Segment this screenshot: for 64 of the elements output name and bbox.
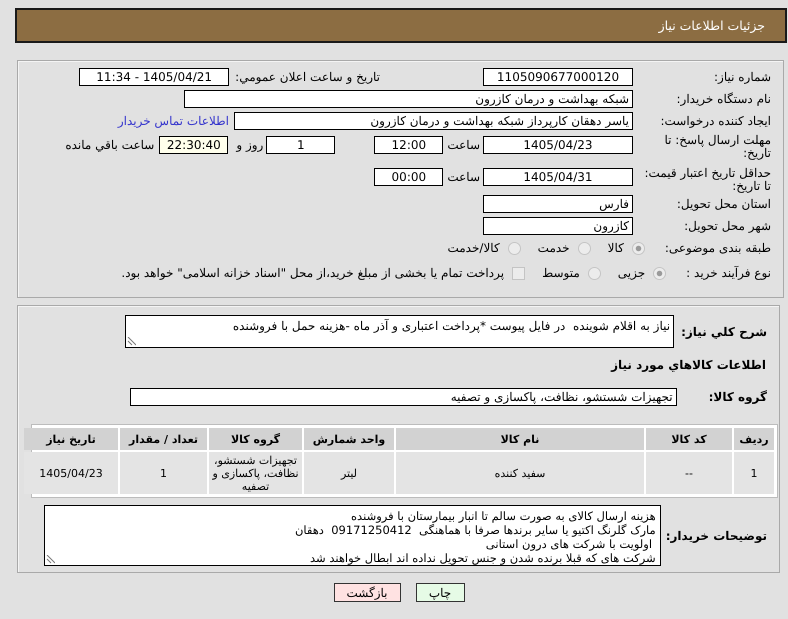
table-cell: 1: [120, 452, 207, 494]
time-label: ساعت: [447, 169, 480, 186]
column-header: واحد شمارش: [304, 428, 394, 450]
goods-group-field[interactable]: تجهیزات شستشو، نظافت، پاکسازی و تصفیه: [130, 388, 677, 406]
section-title: اطلاعات کالاهاي مورد نیاز: [610, 357, 766, 373]
checkbox[interactable]: [512, 266, 526, 280]
field-label: طبقه بندی موضوعی:: [664, 240, 771, 257]
column-header: ردیف: [734, 428, 774, 450]
days-field[interactable]: 1: [266, 136, 336, 154]
radio-label[interactable]: کالا: [608, 239, 624, 257]
radio-button[interactable]: [588, 266, 601, 280]
field-label: تاریخ و ساعت اعلان عمومي:: [235, 69, 380, 86]
city-field[interactable]: کازرون: [483, 217, 633, 235]
field-label: شماره نیاز:: [713, 69, 771, 86]
field-label: مهلت ارسال پاسخ: تا تاریخ:: [663, 134, 771, 162]
announce-date-field[interactable]: 1405/04/21 - 11:34: [79, 68, 230, 86]
column-header: نام کالا: [396, 428, 644, 450]
field-label: نوع فرآیند خرید :: [686, 265, 771, 282]
column-header: گروه کالا: [209, 428, 302, 450]
validity-date-field[interactable]: 1405/04/31: [483, 168, 633, 186]
time-label: ساعت: [447, 137, 480, 154]
table-cell: --: [646, 452, 732, 494]
checkbox-label[interactable]: پرداخت تمام یا بخشی از مبلغ خرید،از محل "اسناد خزانه اسلامی" خواهد بود.: [121, 264, 504, 282]
field-label: حداقل تاریخ اعتبار قیمت: تا تاریخ:: [643, 167, 771, 195]
validity-time-field[interactable]: 00:00: [374, 168, 444, 186]
resize-grip-icon[interactable]: [127, 337, 136, 346]
radio-button[interactable]: [653, 266, 666, 280]
field-label: شهر محل تحویل:: [683, 218, 771, 235]
province-field[interactable]: فارس: [483, 195, 633, 213]
field-label: استان محل تحویل:: [676, 196, 771, 213]
buyer-org-field[interactable]: شبکه بهداشت و درمان کازرون: [184, 90, 633, 108]
resize-grip-icon[interactable]: [46, 555, 55, 564]
requester-field[interactable]: یاسر دهقان کارپرداز شبکه بهداشت و درمان کازرون: [234, 112, 633, 130]
page-title: جزئیات اطلاعات نیاز: [658, 18, 765, 33]
radio-button[interactable]: [508, 242, 521, 254]
radio-button[interactable]: [578, 242, 591, 254]
table-cell: 1: [734, 452, 774, 494]
field-label: توضیحات خریدار:: [666, 528, 767, 544]
field-label: نام دستگاه خریدار:: [676, 91, 771, 108]
column-header: تعداد / مقدار: [120, 428, 207, 450]
field-label: شرح کلي نیاز:: [681, 324, 767, 340]
remaining-time-field[interactable]: 22:30:40: [159, 136, 228, 154]
radio-label[interactable]: خدمت: [538, 239, 570, 257]
description-field[interactable]: نیاز به اقلام شوینده در فایل پیوست *پرداخت اعتباری و آذر ماه -هزینه حمل با فروشنده: [125, 315, 674, 348]
column-header: کد کالا: [646, 428, 732, 450]
remaining-label: ساعت باقي مانده: [65, 137, 154, 154]
table-cell: سفید کننده: [396, 452, 644, 494]
radio-label[interactable]: متوسط: [542, 264, 580, 282]
buyer-contact-link[interactable]: اطلاعات تماس خریدار: [118, 112, 229, 130]
buyer-notes-field[interactable]: هزینه ارسال کالای به صورت سالم تا انبار بیمارستان با فروشنده مارک گلرنگ اکتیو یا سایر برندها صرفا با هماهنگی 09171250412 دهقان اولویت با شرکت های درون استانی شرکت های که قبلا برنده شدن و جنس تحویل نداده اند ابطال خواهند شد: [44, 505, 661, 566]
field-label: ایجاد کننده درخواست:: [659, 113, 771, 130]
need-number-field[interactable]: 1105090677000120: [483, 68, 633, 86]
print-button[interactable]: چاپ: [416, 583, 464, 602]
table-cell: لیتر: [304, 452, 394, 494]
radio-button[interactable]: [632, 242, 645, 254]
radio-label[interactable]: کالا/خدمت: [447, 239, 500, 257]
table-cell: تجهیزات شستشو، نظافت، پاکسازی و تصفیه: [209, 452, 302, 494]
column-header: تاریخ نیاز: [24, 428, 118, 450]
field-label: گروه کالا:: [708, 389, 767, 405]
days-label: روز و: [236, 137, 264, 154]
reply-date-field[interactable]: 1405/04/23: [483, 136, 633, 154]
reply-time-field[interactable]: 12:00: [374, 136, 444, 154]
radio-label[interactable]: جزیی: [618, 264, 646, 282]
back-button[interactable]: بازگشت: [334, 583, 400, 602]
